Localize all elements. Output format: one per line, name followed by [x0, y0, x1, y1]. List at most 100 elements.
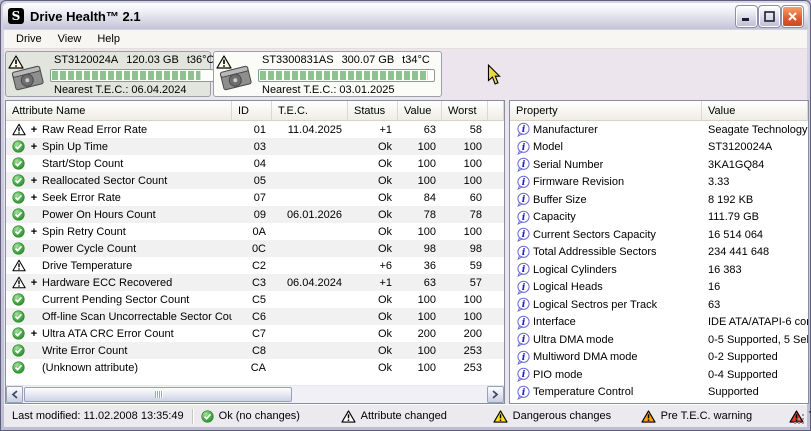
attribute-row[interactable]: (Unknown attribute)CAOk100253: [6, 359, 504, 376]
attribute-id: C7: [232, 328, 272, 340]
attribute-row[interactable]: Power Cycle Count0COk9898: [6, 240, 504, 257]
attribute-row[interactable]: +Reallocated Sector Count05Ok100100: [6, 172, 504, 189]
column-header-id[interactable]: ID: [232, 101, 272, 120]
attribute-tec: 06.01.2026: [272, 209, 348, 221]
property-row[interactable]: iModelST3120024A: [510, 139, 808, 157]
attribute-worst: 100: [442, 175, 488, 187]
column-header-status[interactable]: Status: [348, 101, 398, 120]
column-header-property[interactable]: Property: [510, 101, 702, 120]
property-row[interactable]: iManufacturerSeagate Technology LLC: [510, 121, 808, 139]
attribute-name: Seek Error Rate: [42, 192, 121, 204]
drive-temp: t34°C: [402, 54, 430, 66]
menu-item-drive[interactable]: Drive: [8, 31, 50, 47]
ok-icon: [12, 140, 25, 153]
drive-tec-label: Nearest T.E.C.: 03.01.2025: [258, 84, 435, 96]
menu-bar: DriveViewHelp: [4, 30, 807, 49]
property-name: Current Sectors Capacity: [533, 229, 656, 241]
window-title: Drive Health™ 2.1: [30, 9, 736, 24]
property-row[interactable]: iLogical Heads16: [510, 279, 808, 297]
warning-icon: [12, 276, 26, 289]
menu-item-help[interactable]: Help: [89, 31, 128, 47]
attribute-status: Ok: [348, 311, 398, 323]
hdd-icon: [8, 55, 48, 95]
property-row[interactable]: iSerial Number3KA1GQ84: [510, 156, 808, 174]
column-header-value[interactable]: Value: [702, 101, 808, 120]
property-value: 0-2 Supported: [702, 351, 808, 363]
attribute-row[interactable]: +Raw Read Error Rate0111.04.2025+16358: [6, 121, 504, 138]
attribute-row[interactable]: Off-line Scan Uncorrectable Sector Count…: [6, 308, 504, 325]
property-value: 0-4 Supported: [702, 369, 808, 381]
column-header-attribute-name[interactable]: Attribute Name: [6, 101, 232, 120]
legend-label: Pre T.E.C. warning: [661, 410, 753, 422]
svg-text:i: i: [522, 317, 526, 328]
column-header-t-e-c-[interactable]: T.E.C.: [272, 101, 348, 120]
menu-item-view[interactable]: View: [50, 31, 90, 47]
drive-tab-st3300831as[interactable]: ST3300831AS 300.07 GB t34°C Nearest T.E.…: [213, 51, 442, 97]
arrow-right-icon: [492, 390, 499, 399]
property-row[interactable]: iBuffer Size8 192 KB: [510, 191, 808, 209]
title-bar: S Drive Health™ 2.1: [3, 3, 808, 29]
attribute-id: C5: [232, 294, 272, 306]
property-row[interactable]: iTotal Addressible Sectors234 441 648: [510, 244, 808, 262]
property-value: 16: [702, 281, 808, 293]
warning-icon: [12, 259, 26, 272]
attribute-row[interactable]: Write Error CountC8Ok100253: [6, 342, 504, 359]
legend-warning-yellow: Dangerous changes: [485, 405, 633, 427]
drive-tab-st3120024a[interactable]: ST3120024A 120.03 GB t36°C Nearest T.E.C…: [5, 51, 211, 97]
scroll-left-button[interactable]: [6, 386, 23, 403]
close-button[interactable]: [782, 6, 803, 27]
attribute-row[interactable]: Drive TemperatureC2+63659: [6, 257, 504, 274]
column-header-value[interactable]: Value: [398, 101, 442, 120]
maximize-icon: [764, 11, 775, 22]
horizontal-scrollbar[interactable]: [6, 385, 504, 403]
scrollbar-thumb[interactable]: [24, 387, 292, 402]
attribute-row[interactable]: +Ultra ATA CRC Error CountC7Ok200200: [6, 325, 504, 342]
attribute-worst: 253: [442, 345, 488, 357]
warning-icon: [216, 55, 232, 69]
expand-plus: +: [26, 175, 42, 187]
property-row[interactable]: iLogical Cylinders16 383: [510, 261, 808, 279]
attribute-row[interactable]: +Seek Error Rate07Ok8460: [6, 189, 504, 206]
attribute-id: 07: [232, 192, 272, 204]
resize-grip[interactable]: [792, 412, 806, 426]
attribute-tec: 11.04.2025: [272, 124, 348, 136]
scroll-right-button[interactable]: [487, 386, 504, 403]
ok-icon: [12, 310, 25, 323]
attribute-value: 78: [398, 209, 442, 221]
drive-tec-label: Nearest T.E.C.: 06.04.2024: [50, 84, 214, 96]
attribute-row[interactable]: Current Pending Sector CountC5Ok100100: [6, 291, 504, 308]
attribute-row[interactable]: Start/Stop Count04Ok100100: [6, 155, 504, 172]
ok-icon: [12, 191, 25, 204]
svg-text:i: i: [522, 124, 526, 135]
attribute-tec: 06.04.2024: [272, 277, 348, 289]
svg-text:i: i: [522, 247, 526, 258]
hdd-icon: [216, 55, 256, 95]
property-row[interactable]: iUltra DMA mode0-5 Supported, 5 Select..…: [510, 331, 808, 349]
property-row[interactable]: iFirmware Revision3.33: [510, 174, 808, 192]
minimize-button[interactable]: [736, 6, 757, 27]
attribute-id: C6: [232, 311, 272, 323]
attribute-row[interactable]: +Hardware ECC RecoveredC306.04.2024+1635…: [6, 274, 504, 291]
scrollbar-track[interactable]: [23, 386, 487, 403]
property-row[interactable]: iLogical Sectros per Track63: [510, 296, 808, 314]
attribute-row[interactable]: +Spin Up Time03Ok100100: [6, 138, 504, 155]
maximize-button[interactable]: [759, 6, 780, 27]
drive-health-bar: [258, 69, 435, 82]
expand-plus: +: [26, 192, 42, 204]
column-header-worst[interactable]: Worst: [442, 101, 488, 120]
last-modified-label: Last modified: 11.02.2008 13:35:49: [4, 405, 192, 427]
attribute-status: Ok: [348, 345, 398, 357]
property-row[interactable]: iTemperature ControlSupported: [510, 384, 808, 402]
attribute-row[interactable]: +Spin Retry Count0AOk100100: [6, 223, 504, 240]
property-row[interactable]: iPIO mode0-4 Supported: [510, 366, 808, 384]
property-row[interactable]: iMultiword DMA mode0-2 Supported: [510, 349, 808, 367]
property-row[interactable]: iCurrent Sectors Capacity16 514 064: [510, 226, 808, 244]
attribute-row[interactable]: Power On Hours Count0906.01.2026Ok7878: [6, 206, 504, 223]
attribute-id: C2: [232, 260, 272, 272]
svg-text:i: i: [522, 369, 526, 380]
property-row[interactable]: iInterfaceIDE ATA/ATAPI-6 com...: [510, 314, 808, 332]
property-row[interactable]: iCapacity111.79 GB: [510, 209, 808, 227]
attribute-name: Spin Retry Count: [42, 226, 126, 238]
attribute-worst: 200: [442, 328, 488, 340]
attribute-value: 100: [398, 226, 442, 238]
